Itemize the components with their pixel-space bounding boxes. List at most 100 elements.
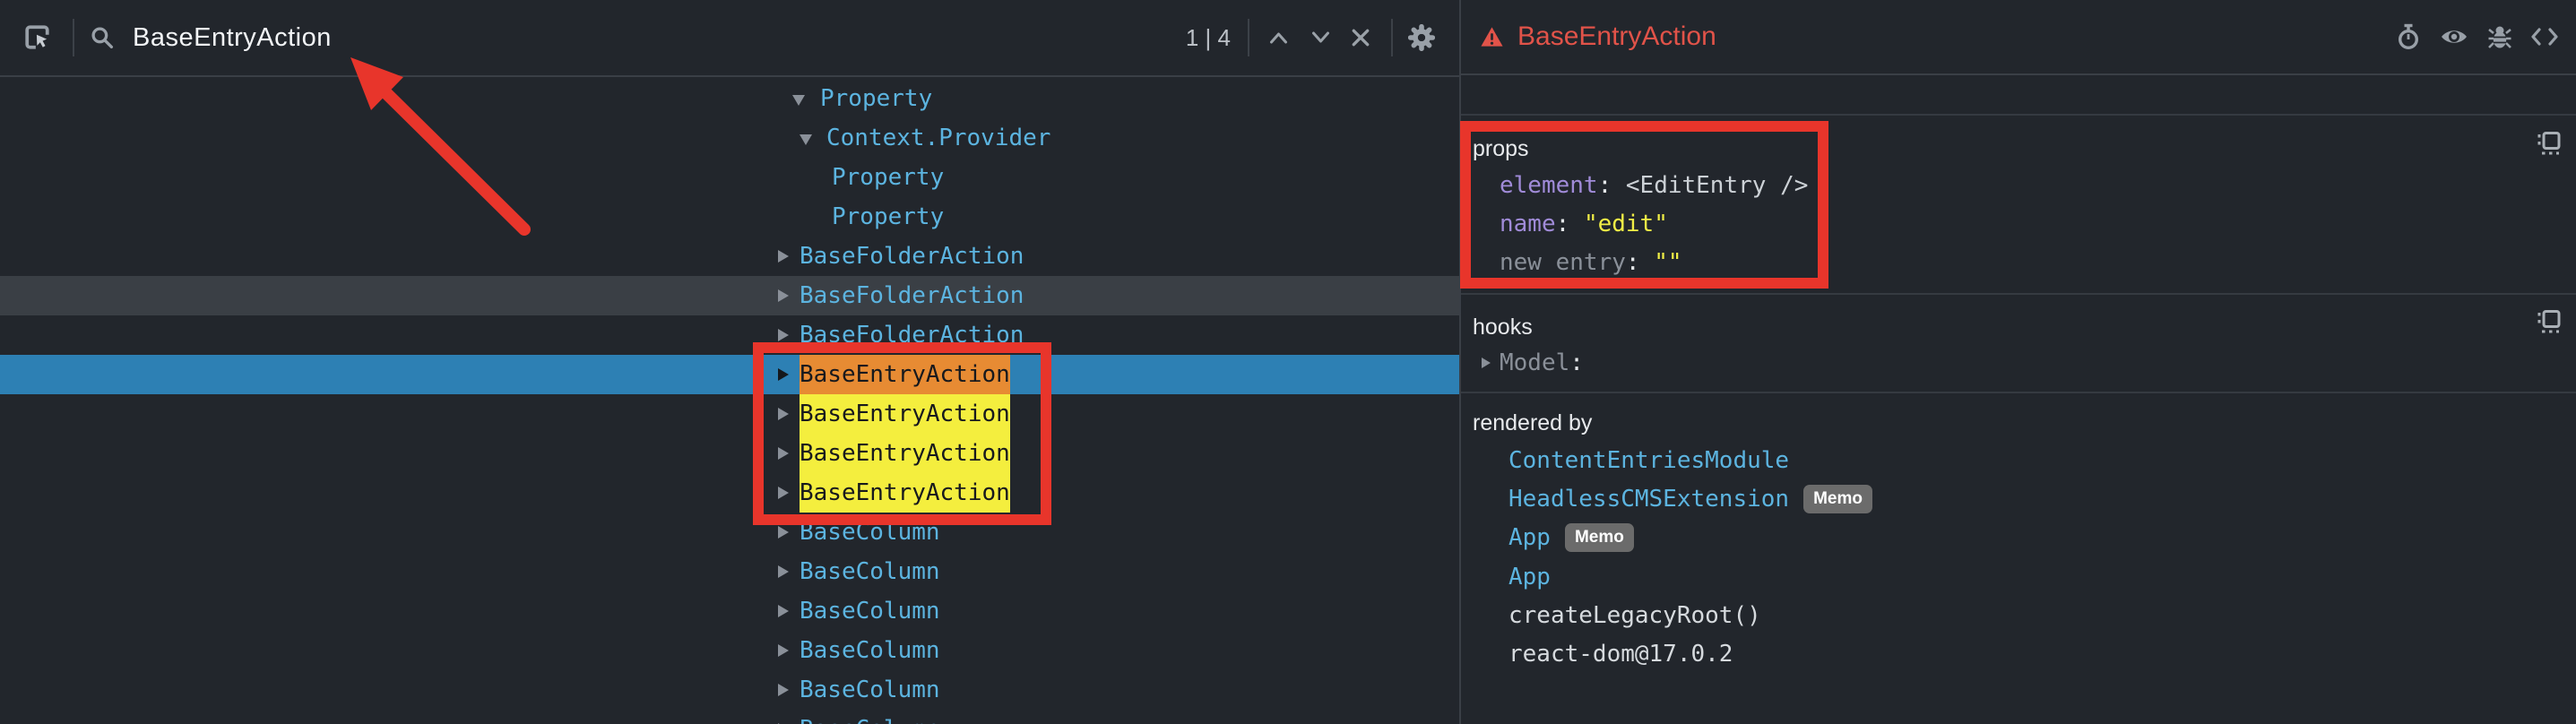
expand-caret-icon[interactable] <box>778 644 789 657</box>
tree-row[interactable]: BaseColumn <box>0 670 1459 710</box>
prop-value[interactable]: "" <box>1654 249 1681 276</box>
tree-row[interactable]: BaseFolderAction <box>0 276 1459 315</box>
expand-caret-icon[interactable] <box>778 250 789 263</box>
inspect-element-button[interactable] <box>24 24 51 51</box>
rendered-by-item: react-dom@17.0.2 <box>1508 634 1733 674</box>
prop-value[interactable]: <EditEntry /> <box>1626 172 1809 199</box>
view-source-button[interactable] <box>2531 26 2558 47</box>
log-to-console-button[interactable] <box>2487 23 2512 50</box>
hook-name: Model <box>1500 349 1569 376</box>
owner-link[interactable]: App <box>1508 564 1551 590</box>
search-input[interactable]: BaseEntryAction <box>133 23 332 53</box>
prop-separator: : <box>1598 172 1626 199</box>
expand-caret-icon[interactable] <box>778 605 789 617</box>
expand-caret-icon[interactable] <box>778 684 789 696</box>
previous-result-button[interactable] <box>1263 22 1293 53</box>
tree-row[interactable]: BaseEntryAction <box>0 394 1459 434</box>
component-tree: PropertyContext.ProviderPropertyProperty… <box>0 79 1459 724</box>
copy-icon <box>2537 309 2562 334</box>
component-name: Context.Provider <box>826 118 1050 158</box>
rendered-by-item: HeadlessCMSExtension Memo <box>1508 479 1872 519</box>
suspense-toggle-button[interactable] <box>2396 23 2421 50</box>
owner-label: createLegacyRoot() <box>1508 602 1761 629</box>
owner-link[interactable]: HeadlessCMSExtension <box>1508 486 1789 513</box>
copy-hooks-button[interactable] <box>2537 309 2562 337</box>
tree-row[interactable]: Context.Provider <box>0 118 1459 158</box>
copy-icon <box>2537 131 2562 156</box>
tree-toolbar: BaseEntryAction 1 | 4 <box>0 0 1459 77</box>
component-name: BaseColumn <box>800 670 940 710</box>
prop-key: element <box>1500 172 1598 199</box>
tree-row[interactable]: Property <box>0 158 1459 197</box>
expand-caret-icon[interactable] <box>800 134 812 145</box>
component-name: Property <box>832 158 944 197</box>
component-name: Property <box>832 197 944 237</box>
prop-value[interactable]: "edit" <box>1584 211 1668 237</box>
clear-search-button[interactable] <box>1345 22 1376 53</box>
tree-row[interactable]: BaseColumn <box>0 552 1459 591</box>
component-name: BaseFolderAction <box>800 237 1024 276</box>
bug-icon <box>2487 23 2512 50</box>
next-result-button[interactable] <box>1305 22 1336 53</box>
tree-row[interactable]: Property <box>0 79 1459 118</box>
tree-row[interactable]: Property <box>0 197 1459 237</box>
expand-caret-icon[interactable] <box>778 329 789 341</box>
owner-link[interactable]: ContentEntriesModule <box>1508 447 1789 474</box>
selected-component-title: BaseEntryAction <box>1517 22 1716 52</box>
component-name: BaseColumn <box>800 552 940 591</box>
tree-row[interactable]: BaseColumn <box>0 710 1459 724</box>
copy-props-button[interactable] <box>2537 131 2562 159</box>
rendered-by-item: ContentEntriesModule <box>1508 441 1789 480</box>
expand-caret-icon[interactable] <box>792 95 805 106</box>
memo-badge: Memo <box>1803 485 1872 513</box>
component-name: BaseColumn <box>800 591 940 631</box>
prop-separator: : <box>1556 211 1584 237</box>
section-divider <box>1461 392 2576 393</box>
prop-row[interactable]: element: <EditEntry /> <box>1500 166 1808 205</box>
hooks-section-label: hooks <box>1473 315 1533 340</box>
owner-link[interactable]: App <box>1508 524 1551 551</box>
settings-button[interactable] <box>1405 22 1438 54</box>
code-brackets-icon <box>2531 26 2558 47</box>
prop-separator: : <box>1626 249 1654 276</box>
component-name: BaseColumn <box>800 631 940 670</box>
expand-caret-icon[interactable] <box>778 526 789 539</box>
prop-row[interactable]: name: "edit" <box>1500 204 1668 244</box>
details-header: BaseEntryAction <box>1461 0 2576 75</box>
tree-row[interactable]: BaseEntryAction <box>0 434 1459 473</box>
component-name: BaseFolderAction <box>800 315 1024 355</box>
expand-caret-icon[interactable] <box>778 368 789 381</box>
tree-row[interactable]: BaseEntryAction <box>0 473 1459 513</box>
inspect-dom-button[interactable] <box>2440 26 2468 47</box>
tree-row[interactable]: BaseFolderAction <box>0 315 1459 355</box>
react-devtools-components-panel: BaseEntryAction 1 | 4 <box>0 0 2576 724</box>
component-name: Property <box>820 79 932 118</box>
expand-caret-icon[interactable] <box>778 487 789 499</box>
eye-icon <box>2440 26 2468 47</box>
section-divider <box>1461 114 2576 116</box>
expand-caret-icon[interactable] <box>778 565 789 578</box>
tree-row[interactable]: BaseColumn <box>0 591 1459 631</box>
warning-icon <box>1480 25 1504 49</box>
chevron-down-icon <box>1310 30 1331 45</box>
expand-caret-icon[interactable] <box>1482 358 1491 368</box>
expand-caret-icon[interactable] <box>778 289 789 302</box>
tree-row[interactable]: BaseColumn <box>0 513 1459 552</box>
tree-row[interactable]: BaseColumn <box>0 631 1459 670</box>
hook-item-model[interactable]: Model: <box>1482 343 1584 383</box>
components-tree-panel: BaseEntryAction 1 | 4 <box>0 0 1459 724</box>
tree-row[interactable]: BaseEntryAction <box>0 355 1459 394</box>
expand-caret-icon[interactable] <box>778 447 789 460</box>
search-icon <box>91 26 115 50</box>
prop-row[interactable]: new entry: "" <box>1500 243 1682 282</box>
tree-row[interactable]: BaseFolderAction <box>0 237 1459 276</box>
component-name: BaseEntryAction <box>800 473 1010 513</box>
expand-caret-icon[interactable] <box>778 408 789 420</box>
memo-badge: Memo <box>1565 523 1634 552</box>
element-picker-icon <box>24 24 51 51</box>
prop-key: new entry <box>1500 249 1626 276</box>
rendered-by-item: App <box>1508 557 1551 597</box>
chevron-up-icon <box>1268 30 1289 45</box>
component-details-panel: BaseEntryAction <box>1459 0 2576 724</box>
component-name: BaseEntryAction <box>800 434 1010 473</box>
